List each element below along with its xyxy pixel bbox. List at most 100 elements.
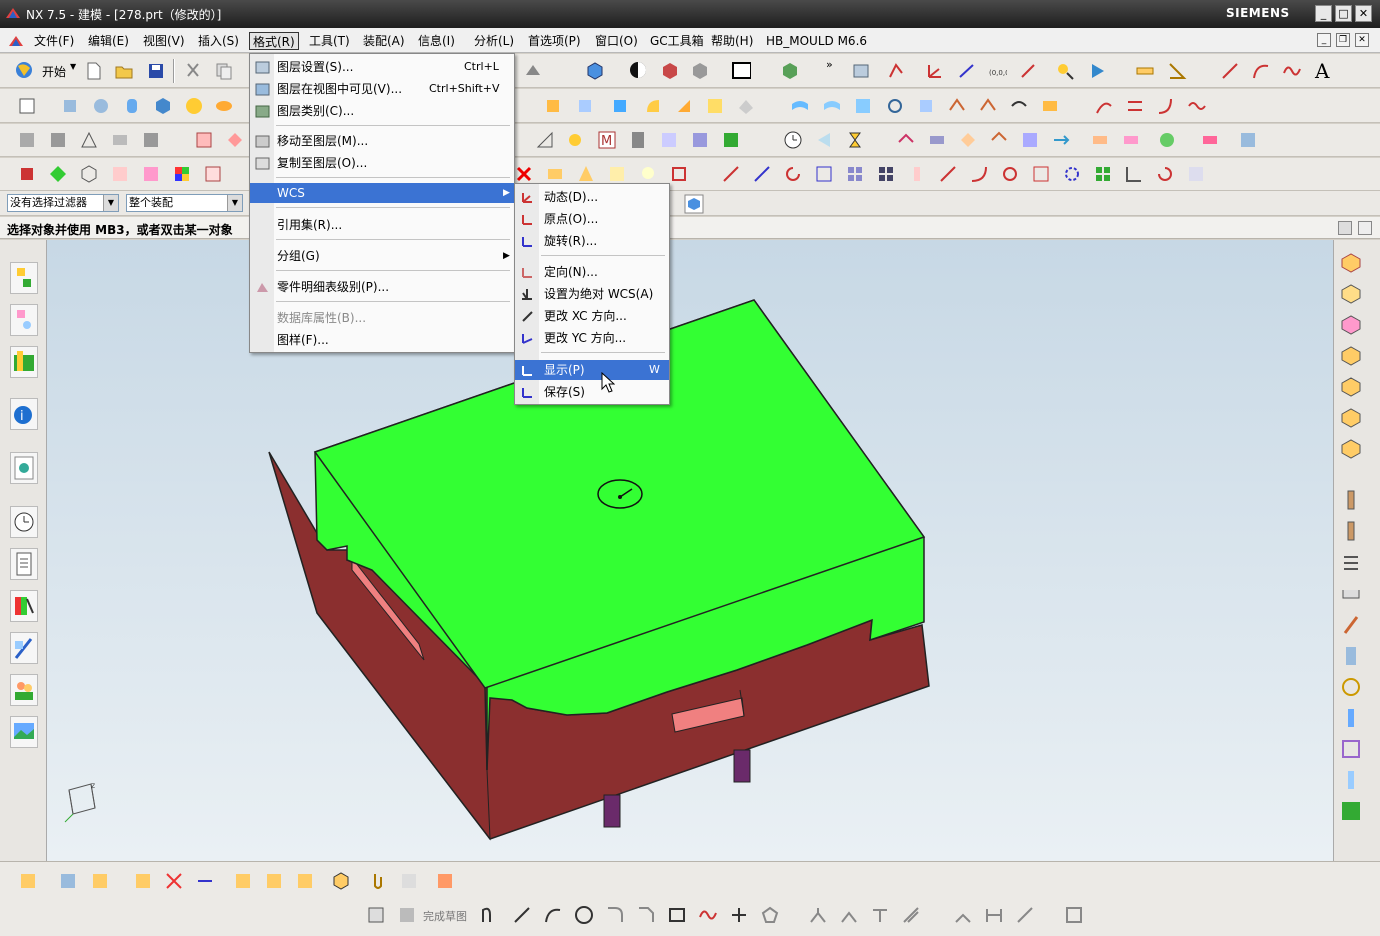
history-tab[interactable] — [10, 506, 38, 538]
slash-blue-icon[interactable] — [752, 164, 772, 184]
dimension-icon[interactable] — [984, 905, 1004, 925]
move-component-icon[interactable] — [133, 871, 153, 891]
finish-sketch-label[interactable]: 完成草图 — [423, 908, 467, 924]
more-icon[interactable]: » — [826, 58, 833, 71]
open-folder-icon[interactable] — [114, 61, 134, 81]
wave-icon[interactable] — [1187, 96, 1207, 116]
link-icon[interactable] — [814, 164, 834, 184]
gear-icon[interactable] — [1062, 164, 1082, 184]
components-icon[interactable] — [607, 164, 627, 184]
extend-icon[interactable] — [938, 164, 958, 184]
doc-close-button[interactable]: ✕ — [1355, 33, 1369, 47]
fillet-icon[interactable] — [605, 905, 625, 925]
menu-hb-mould[interactable]: HB_MOULD M6.6 — [763, 32, 870, 50]
menu-item-change-xc[interactable]: 更改 XC 方向... — [515, 306, 669, 326]
box-red-icon[interactable] — [669, 164, 689, 184]
sketch-circle-icon[interactable] — [574, 905, 594, 925]
color-grid-icon[interactable] — [172, 164, 192, 184]
layout-button[interactable] — [1338, 221, 1352, 235]
menu-item-wcs-absolute[interactable]: 设置为绝对 WCS(A) — [515, 284, 669, 304]
render-style-icon[interactable] — [628, 60, 648, 80]
reference-set-icon[interactable] — [399, 871, 419, 891]
selection-filter-dropdown[interactable]: 没有选择过滤器 ▼ — [7, 194, 119, 212]
lifter-icon[interactable] — [1339, 613, 1363, 637]
menu-assemblies[interactable]: 装配(A) — [360, 32, 408, 50]
menu-view[interactable]: 视图(V) — [140, 32, 188, 50]
extension-icon[interactable] — [1009, 96, 1029, 116]
menu-item-wcs-save[interactable]: 保存(S) — [515, 382, 669, 402]
cone-stack-icon[interactable] — [576, 164, 596, 184]
chevron-down-icon[interactable]: ▼ — [103, 195, 118, 211]
hidden-view-icon[interactable] — [690, 61, 710, 81]
explode-icon[interactable] — [233, 871, 253, 891]
slash-icon[interactable] — [721, 164, 741, 184]
component-box-icon[interactable] — [58, 871, 78, 891]
close-button[interactable]: ✕ — [1355, 5, 1372, 22]
bend-icon[interactable] — [1156, 96, 1176, 116]
menu-item-pattern[interactable]: 图样(F)... — [250, 330, 514, 350]
menu-tools[interactable]: 工具(T) — [306, 32, 353, 50]
doc-restore-button[interactable]: ❐ — [1336, 33, 1350, 47]
make-corner-icon[interactable] — [870, 905, 890, 925]
assembly-cut-icon[interactable] — [1339, 313, 1363, 337]
menu-format[interactable]: 格式(R) — [249, 32, 299, 50]
start-icon[interactable] — [14, 60, 34, 80]
scope-dropdown[interactable]: 整个装配 ▼ — [126, 194, 243, 212]
offset-curve-icon[interactable] — [901, 905, 921, 925]
menu-item-wcs-rotate[interactable]: 旋转(R)... — [515, 231, 669, 251]
menu-item-change-yc[interactable]: 更改 YC 方向... — [515, 328, 669, 348]
reverse-icon[interactable] — [1200, 130, 1220, 150]
display-constraints-icon[interactable] — [1064, 905, 1084, 925]
arc-icon[interactable] — [1251, 61, 1271, 81]
menu-information[interactable]: 信息(I) — [415, 32, 458, 50]
gold-icon[interactable] — [565, 130, 585, 150]
cone-icon[interactable] — [214, 96, 234, 116]
green-grid-icon[interactable] — [1093, 164, 1113, 184]
box-outline-icon[interactable] — [79, 164, 99, 184]
patch-icon[interactable] — [1157, 130, 1177, 150]
menu-item-copy-to-layer[interactable]: 复制至图层(O)... — [250, 153, 514, 173]
list-tool-icon[interactable] — [1339, 551, 1363, 575]
line-icon[interactable] — [1220, 61, 1240, 81]
face-icon[interactable] — [48, 130, 68, 150]
n-sided-icon[interactable] — [978, 96, 998, 116]
menu-item-parts-list-level[interactable]: 零件明细表级别(P)... — [250, 277, 514, 297]
curve-icon[interactable] — [969, 164, 989, 184]
undo-icon[interactable] — [1155, 164, 1175, 184]
trim-icon[interactable] — [736, 96, 756, 116]
spring-icon[interactable] — [1339, 644, 1363, 668]
menu-item-layer-category[interactable]: 图层类别(C)... — [250, 101, 514, 121]
clip-icon[interactable] — [225, 130, 245, 150]
layer-icon[interactable] — [851, 61, 871, 81]
system-materials-tab[interactable] — [10, 548, 38, 580]
surface-icon[interactable] — [790, 96, 810, 116]
orient-view-icon[interactable] — [780, 61, 800, 81]
label-icon[interactable] — [545, 164, 565, 184]
mate-icon[interactable] — [164, 871, 184, 891]
new-file-icon[interactable] — [84, 61, 104, 81]
feature-icon[interactable] — [543, 96, 563, 116]
menu-window[interactable]: 窗口(O) — [592, 32, 641, 50]
mold-model[interactable] — [47, 240, 1333, 861]
constraint-icon[interactable] — [195, 871, 215, 891]
pattern-icon[interactable] — [896, 130, 916, 150]
system-scene-tab[interactable] — [10, 716, 38, 748]
quick-extend-icon[interactable] — [839, 905, 859, 925]
sketch-arc-icon[interactable] — [543, 905, 563, 925]
manufacturing-wizard-tab[interactable] — [10, 632, 38, 664]
lamp-icon[interactable] — [638, 164, 658, 184]
table-icon[interactable] — [659, 130, 679, 150]
constraint-navigator-tab[interactable] — [10, 304, 38, 336]
chamfer-sketch-icon[interactable] — [636, 905, 656, 925]
finish-sketch-icon[interactable] — [397, 905, 417, 925]
constraint-sketch-icon[interactable] — [1015, 905, 1035, 925]
assembly-array-icon[interactable] — [1339, 437, 1363, 461]
save-icon[interactable] — [146, 61, 166, 81]
assembly-remove-icon[interactable] — [1339, 406, 1363, 430]
point-set-icon[interactable]: (0,0,0) — [987, 61, 1007, 81]
add-component-icon[interactable] — [90, 871, 110, 891]
angle-tool-icon[interactable] — [535, 130, 555, 150]
grid-surface-icon[interactable] — [853, 96, 873, 116]
mark-icon[interactable] — [1031, 164, 1051, 184]
menu-insert[interactable]: 插入(S) — [195, 32, 242, 50]
